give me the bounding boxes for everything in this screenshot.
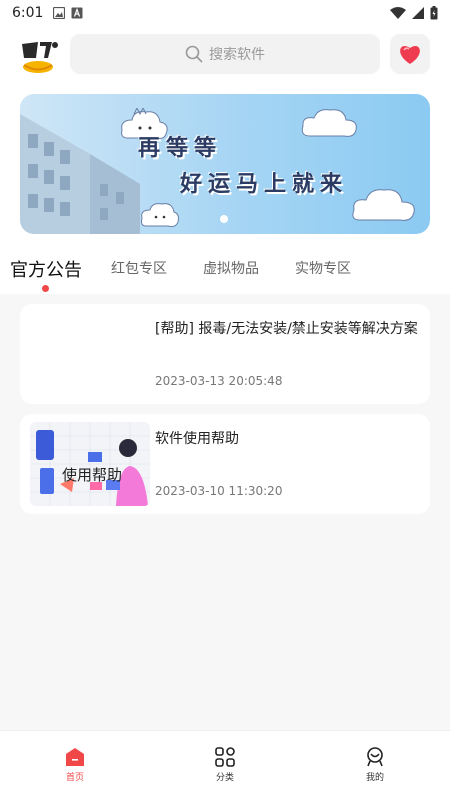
nav-profile[interactable]: 我的 bbox=[345, 747, 405, 783]
post-title: 软件使用帮助 bbox=[155, 431, 239, 447]
tab-physical-items[interactable]: 实物专区 bbox=[295, 258, 351, 278]
banner-subheadline: 好运马上就来 bbox=[180, 172, 349, 197]
tab-red-packet-zone[interactable]: 红包专区 bbox=[111, 258, 167, 278]
carousel-indicator[interactable] bbox=[220, 215, 228, 223]
post-thumbnail bbox=[30, 312, 150, 396]
search-icon bbox=[185, 45, 203, 63]
heart-icon bbox=[400, 46, 420, 64]
status-bar: 6:01 bbox=[0, 0, 450, 26]
nav-categories[interactable]: 分类 bbox=[195, 747, 255, 783]
nav-home[interactable]: 首页 bbox=[45, 747, 105, 783]
cloud-face-icon-2 bbox=[141, 203, 179, 227]
battery-icon bbox=[430, 6, 438, 20]
cellular-signal-icon bbox=[412, 7, 424, 19]
tab-official-announcements[interactable]: 官方公告 bbox=[10, 256, 82, 282]
active-tab-indicator bbox=[42, 285, 49, 292]
search-bar[interactable]: 搜索软件 bbox=[70, 34, 380, 74]
cloud-icon-2 bbox=[352, 189, 415, 221]
home-icon bbox=[66, 748, 84, 766]
promo-banner[interactable]: 再等等 好运马上就来 bbox=[20, 94, 430, 234]
post-date: 2023-03-13 20:05:48 bbox=[155, 374, 283, 388]
header: 搜索软件 bbox=[0, 26, 450, 86]
nav-profile-label: 我的 bbox=[365, 773, 384, 783]
grid-icon bbox=[215, 747, 235, 767]
search-placeholder: 搜索软件 bbox=[209, 47, 265, 63]
banner-headline: 再等等 bbox=[138, 136, 223, 161]
nav-home-label: 首页 bbox=[65, 773, 84, 783]
post-title: [帮助] 报毒/无法安装/禁止安装等解决方案 bbox=[155, 321, 418, 337]
thumbnail-caption: 使用帮助 bbox=[62, 467, 123, 484]
a-notification-icon bbox=[71, 7, 83, 19]
banner-section: 再等等 好运马上就来 bbox=[0, 86, 450, 246]
tab-virtual-items[interactable]: 虚拟物品 bbox=[203, 258, 259, 278]
favorites-button[interactable] bbox=[390, 34, 430, 74]
post-date: 2023-03-10 11:30:20 bbox=[155, 484, 283, 498]
bottom-navigation: 首页 分类 我的 bbox=[0, 730, 450, 800]
profile-icon bbox=[367, 747, 383, 767]
post-card[interactable]: 使用帮助 软件使用帮助 2023-03-10 11:30:20 bbox=[20, 414, 430, 514]
app-logo[interactable] bbox=[18, 36, 62, 76]
status-notification-icons bbox=[53, 7, 83, 19]
post-card[interactable]: [帮助] 报毒/无法安装/禁止安装等解决方案 2023-03-13 20:05:… bbox=[20, 304, 430, 404]
cloud-icon bbox=[301, 109, 357, 137]
image-notification-icon bbox=[53, 7, 66, 19]
status-system-icons bbox=[390, 6, 438, 20]
post-thumbnail: 使用帮助 bbox=[30, 422, 150, 506]
wifi-icon bbox=[390, 7, 406, 19]
nav-categories-label: 分类 bbox=[215, 773, 234, 783]
status-time: 6:01 bbox=[12, 5, 44, 21]
category-tabs: 官方公告 红包专区 虚拟物品 实物专区 bbox=[0, 246, 450, 294]
